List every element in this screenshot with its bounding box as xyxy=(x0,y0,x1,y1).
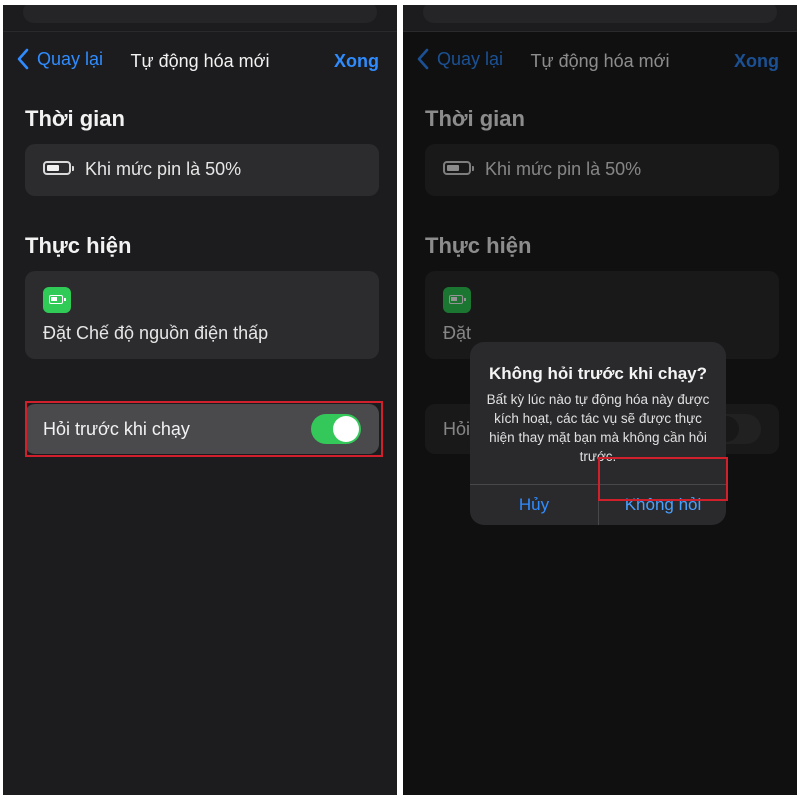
background-sheet-edge xyxy=(23,5,377,23)
action-text: Đặt Chế độ nguồn điện thấp xyxy=(43,323,269,343)
cancel-button[interactable]: Hủy xyxy=(470,484,598,525)
highlight-box xyxy=(598,457,728,501)
highlight-box xyxy=(25,401,383,457)
done-button[interactable]: Xong xyxy=(334,51,379,72)
alert-message: Bất kỳ lúc nào tự động hóa này được kích… xyxy=(486,392,710,464)
new-automation-sheet: Quay lại Tự động hóa mới Xong Thời gian … xyxy=(403,31,797,795)
trigger-text: Khi mức pin là 50% xyxy=(85,159,242,179)
nav-bar: Quay lại Tự động hóa mới Xong xyxy=(3,42,397,82)
left-screen: Quay lại Tự động hóa mới Xong Thời gian … xyxy=(3,5,397,795)
background-sheet-edge xyxy=(423,5,777,23)
battery-icon xyxy=(43,161,74,175)
right-screen: Quay lại Tự động hóa mới Xong Thời gian … xyxy=(403,5,797,795)
new-automation-sheet: Quay lại Tự động hóa mới Xong Thời gian … xyxy=(3,31,397,795)
time-section-title: Thời gian xyxy=(25,106,125,131)
alert-title: Không hỏi trước khi chạy? xyxy=(488,364,708,383)
action-section-title: Thực hiện xyxy=(25,233,132,258)
action-card[interactable]: Đặt Chế độ nguồn điện thấp xyxy=(25,271,379,359)
trigger-row[interactable]: Khi mức pin là 50% xyxy=(25,144,379,196)
low-power-battery-icon xyxy=(43,287,71,313)
